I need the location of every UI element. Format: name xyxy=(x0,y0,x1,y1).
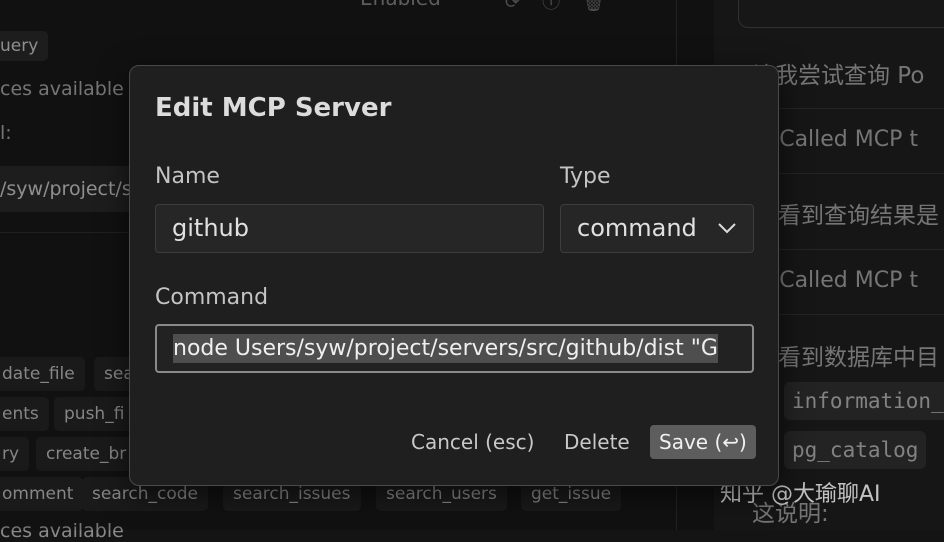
edit-server-dialog: Edit MCP Server Name github Type command… xyxy=(129,65,779,486)
type-select-value: command xyxy=(577,214,697,242)
command-input[interactable]: node Users/syw/project/servers/src/githu… xyxy=(155,324,754,373)
chevron-down-icon xyxy=(717,205,737,252)
type-label: Type xyxy=(560,164,611,189)
command-label: Command xyxy=(155,285,269,310)
name-label: Name xyxy=(155,164,220,189)
type-select[interactable]: command xyxy=(560,204,754,253)
dialog-title: Edit MCP Server xyxy=(155,93,392,123)
cancel-button[interactable]: Cancel (esc) xyxy=(411,425,534,459)
delete-button[interactable]: Delete xyxy=(564,425,630,459)
command-input-selected-text: node Users/syw/project/servers/src/githu… xyxy=(173,334,718,363)
name-input[interactable]: github xyxy=(155,204,544,253)
save-button[interactable]: Save (↩) xyxy=(650,425,756,459)
